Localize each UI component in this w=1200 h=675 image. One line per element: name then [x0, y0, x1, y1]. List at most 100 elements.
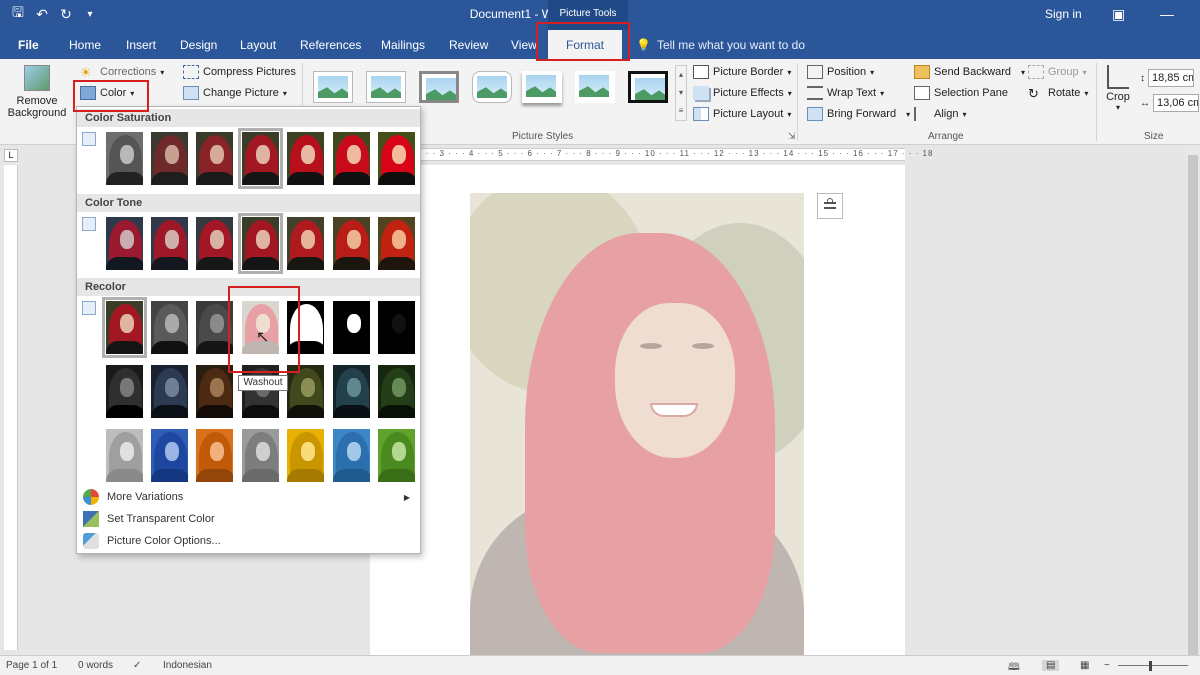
send-backward-button[interactable]: Send Backward ▾ — [914, 65, 1025, 79]
read-mode-icon[interactable]: 🕮 — [1008, 660, 1020, 675]
color-variant-thumbnail[interactable] — [377, 216, 416, 271]
zoom-slider[interactable] — [1118, 665, 1188, 666]
tell-me-search[interactable]: 💡 Tell me what you want to do — [636, 38, 805, 52]
picture-effects-button[interactable]: Picture Effects ▾ — [693, 86, 792, 100]
tab-layout[interactable]: Layout — [240, 38, 276, 52]
proofing-icon[interactable]: ✓ — [133, 660, 141, 671]
save-icon[interactable]: 🖫 — [8, 4, 28, 24]
corrections-button[interactable]: ☀ Corrections ▾ — [80, 65, 164, 80]
color-variant-thumbnail[interactable] — [332, 300, 371, 355]
color-variant-thumbnail[interactable] — [286, 131, 325, 186]
ribbon-display-icon[interactable]: ▣ — [1112, 6, 1125, 23]
selected-picture[interactable] — [470, 193, 804, 655]
color-variant-thumbnail[interactable] — [105, 364, 144, 419]
language[interactable]: Indonesian — [163, 660, 212, 671]
picture-layout-button[interactable]: Picture Layout ▾ — [693, 107, 791, 121]
bring-forward-button[interactable]: Bring Forward ▾ — [807, 107, 910, 121]
color-variant-thumbnail[interactable] — [238, 128, 283, 189]
align-button[interactable]: Align ▾ — [914, 107, 966, 121]
zoom-slider-thumb[interactable] — [1149, 661, 1152, 671]
color-variant-thumbnail[interactable] — [195, 428, 234, 483]
tab-view[interactable]: View — [511, 38, 537, 52]
zoom-out-icon[interactable]: − — [1104, 660, 1110, 671]
color-variant-thumbnail[interactable] — [105, 216, 144, 271]
tab-format[interactable]: Format — [548, 30, 622, 59]
shape-width-field[interactable]: ↔ 13,06 cm — [1140, 94, 1199, 112]
customize-qat-icon[interactable]: ▾ — [80, 4, 100, 24]
minimize-icon[interactable]: — — [1160, 6, 1174, 22]
horizontal-ruler[interactable]: · 1 · · · 2 · · · 3 · · · 4 · · · 5 · · … — [370, 148, 932, 161]
color-variant-thumbnail[interactable] — [105, 428, 144, 483]
color-variant-thumbnail[interactable] — [150, 216, 189, 271]
dialog-launcher-icon[interactable]: ⇲ — [788, 131, 796, 142]
color-variant-thumbnail[interactable] — [377, 428, 416, 483]
compress-pictures-button[interactable]: Compress Pictures — [183, 65, 296, 79]
layout-options-icon[interactable] — [817, 193, 843, 219]
picture-style-2[interactable] — [366, 71, 406, 103]
color-variant-thumbnail[interactable] — [238, 213, 283, 274]
color-variant-thumbnail[interactable] — [195, 364, 234, 419]
color-variant-thumbnail[interactable] — [150, 131, 189, 186]
tab-review[interactable]: Review — [449, 38, 488, 52]
color-variant-thumbnail[interactable] — [102, 297, 147, 358]
color-variant-thumbnail[interactable] — [377, 300, 416, 355]
selection-pane-button[interactable]: Selection Pane — [914, 86, 1008, 100]
web-layout-icon[interactable]: ▦ — [1080, 660, 1089, 671]
color-variant-thumbnail[interactable] — [241, 364, 280, 419]
color-variant-thumbnail[interactable] — [150, 428, 189, 483]
color-variant-thumbnail[interactable] — [332, 364, 371, 419]
wrap-text-button[interactable]: Wrap Text ▾ — [807, 86, 884, 100]
color-variant-thumbnail[interactable] — [286, 300, 325, 355]
word-count[interactable]: 0 words — [78, 660, 113, 671]
color-variant-thumbnail[interactable] — [286, 364, 325, 419]
tab-insert[interactable]: Insert — [126, 38, 156, 52]
rotate-button[interactable]: ↻ Rotate ▾ — [1028, 86, 1088, 101]
tab-home[interactable]: Home — [69, 38, 101, 52]
color-variant-thumbnail[interactable] — [332, 428, 371, 483]
picture-style-3[interactable] — [419, 71, 459, 103]
color-variant-thumbnail[interactable] — [195, 216, 234, 271]
vertical-scrollbar[interactable] — [1186, 145, 1200, 655]
ruler-tab-selector[interactable]: L — [4, 149, 18, 162]
vertical-ruler[interactable] — [4, 165, 18, 650]
print-layout-icon[interactable]: ▤ — [1042, 660, 1060, 671]
undo-icon[interactable]: ↶ — [32, 4, 52, 24]
picture-style-5[interactable] — [522, 71, 562, 103]
redo-icon[interactable]: ↻ — [56, 4, 76, 24]
tab-mailings[interactable]: Mailings — [381, 38, 425, 52]
color-variant-thumbnail[interactable] — [332, 131, 371, 186]
color-variant-thumbnail[interactable] — [377, 364, 416, 419]
color-button[interactable]: Color ▾ — [80, 86, 134, 100]
gallery-scroll[interactable]: ▴ ▾ ≡ — [675, 65, 687, 121]
color-label: Color — [100, 87, 127, 99]
scrollbar-thumb[interactable] — [1188, 155, 1198, 655]
color-variant-thumbnail[interactable] — [105, 131, 144, 186]
color-variant-thumbnail[interactable] — [150, 300, 189, 355]
sign-in-link[interactable]: Sign in — [1045, 7, 1082, 21]
remove-background-button[interactable]: Remove Background — [6, 65, 68, 127]
more-variations-item[interactable]: More Variations ▶ — [81, 487, 418, 507]
color-variant-thumbnail[interactable] — [286, 216, 325, 271]
picture-color-options-item[interactable]: Picture Color Options... — [81, 531, 418, 551]
tab-design[interactable]: Design — [180, 38, 217, 52]
color-variant-thumbnail[interactable] — [332, 216, 371, 271]
change-picture-button[interactable]: Change Picture ▾ — [183, 86, 287, 100]
crop-button[interactable]: Crop ▾ — [1103, 65, 1133, 112]
page-count[interactable]: Page 1 of 1 — [6, 660, 57, 671]
set-transparent-color-item[interactable]: Set Transparent Color — [81, 509, 418, 529]
tab-references[interactable]: References — [300, 38, 361, 52]
picture-border-button[interactable]: Picture Border ▾ — [693, 65, 791, 79]
shape-height-field[interactable]: ↕ 18,85 cm — [1140, 69, 1194, 87]
color-variant-thumbnail[interactable] — [377, 131, 416, 186]
color-variant-thumbnail[interactable] — [195, 131, 234, 186]
picture-style-7[interactable] — [628, 71, 668, 103]
picture-style-1[interactable] — [313, 71, 353, 103]
tab-file[interactable]: File — [18, 38, 39, 52]
picture-style-4[interactable] — [472, 71, 512, 103]
color-variant-thumbnail[interactable] — [241, 428, 280, 483]
position-button[interactable]: Position ▾ — [807, 65, 874, 79]
picture-style-6[interactable] — [575, 71, 615, 103]
color-variant-thumbnail[interactable] — [286, 428, 325, 483]
color-variant-thumbnail[interactable] — [150, 364, 189, 419]
color-variant-thumbnail[interactable] — [195, 300, 234, 355]
